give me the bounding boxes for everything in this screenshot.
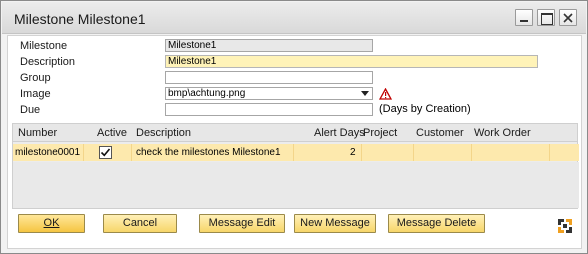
window-title: Milestone Milestone1 bbox=[14, 11, 146, 27]
chevron-down-icon bbox=[361, 91, 369, 96]
column-header-active[interactable]: Active bbox=[97, 127, 127, 139]
dialog-content: Milestone Milestone1 Description Milesto… bbox=[7, 35, 582, 249]
grid-empty-area bbox=[13, 162, 579, 208]
active-checkbox[interactable] bbox=[99, 146, 112, 159]
due-label: Due bbox=[20, 104, 41, 116]
due-hint: (Days by Creation) bbox=[379, 103, 471, 115]
description-field[interactable]: Milestone1 bbox=[165, 55, 538, 68]
check-icon bbox=[100, 148, 111, 157]
column-divider bbox=[413, 144, 414, 161]
cell-alert-days[interactable]: 2 bbox=[350, 147, 356, 158]
ok-button[interactable]: OK bbox=[18, 214, 85, 233]
image-select[interactable]: bmp\achtung.png bbox=[165, 87, 373, 100]
minimize-button[interactable] bbox=[515, 9, 533, 26]
column-header-description[interactable]: Description bbox=[136, 127, 191, 139]
cancel-button[interactable]: Cancel bbox=[103, 214, 177, 233]
image-select-value: bmp\achtung.png bbox=[168, 88, 246, 99]
column-header-project[interactable]: Project bbox=[363, 127, 397, 139]
column-divider bbox=[83, 144, 84, 161]
column-divider bbox=[361, 144, 362, 161]
column-divider bbox=[471, 144, 472, 161]
table-row[interactable]: milestone0001 check the milestones Miles… bbox=[13, 144, 579, 161]
group-label: Group bbox=[20, 72, 51, 84]
grid-header: Number Active Description Alert Days Pro… bbox=[13, 124, 577, 142]
cell-description[interactable]: check the milestones Milestone1 bbox=[136, 147, 281, 158]
new-message-button[interactable]: New Message bbox=[294, 214, 376, 233]
maximize-button[interactable] bbox=[537, 9, 555, 26]
column-header-customer[interactable]: Customer bbox=[416, 127, 464, 139]
group-field[interactable] bbox=[165, 71, 373, 84]
ok-button-label: OK bbox=[43, 217, 60, 229]
message-edit-button[interactable]: Message Edit bbox=[199, 214, 285, 233]
milestone-grid: Number Active Description Alert Days Pro… bbox=[12, 123, 579, 209]
image-label: Image bbox=[20, 88, 51, 100]
close-icon bbox=[563, 13, 573, 23]
column-header-number[interactable]: Number bbox=[18, 127, 57, 139]
description-label: Description bbox=[20, 56, 76, 68]
milestone-field: Milestone1 bbox=[165, 39, 373, 52]
message-delete-button[interactable]: Message Delete bbox=[388, 214, 485, 233]
cell-number[interactable]: milestone0001 bbox=[15, 147, 80, 158]
column-divider bbox=[293, 144, 294, 161]
close-button[interactable] bbox=[559, 9, 577, 26]
warning-triangle-icon bbox=[379, 88, 392, 100]
title-bar[interactable]: Milestone Milestone1 bbox=[2, 2, 586, 34]
milestone-window: Milestone Milestone1 Milestone Milestone… bbox=[0, 0, 588, 254]
due-field[interactable] bbox=[165, 103, 373, 116]
milestone-label: Milestone bbox=[20, 40, 68, 52]
column-divider bbox=[131, 144, 132, 161]
column-divider bbox=[549, 144, 550, 161]
column-header-alert-days[interactable]: Alert Days bbox=[314, 127, 365, 139]
column-header-work-order[interactable]: Work Order bbox=[474, 127, 531, 139]
app-logo-icon bbox=[558, 219, 572, 233]
